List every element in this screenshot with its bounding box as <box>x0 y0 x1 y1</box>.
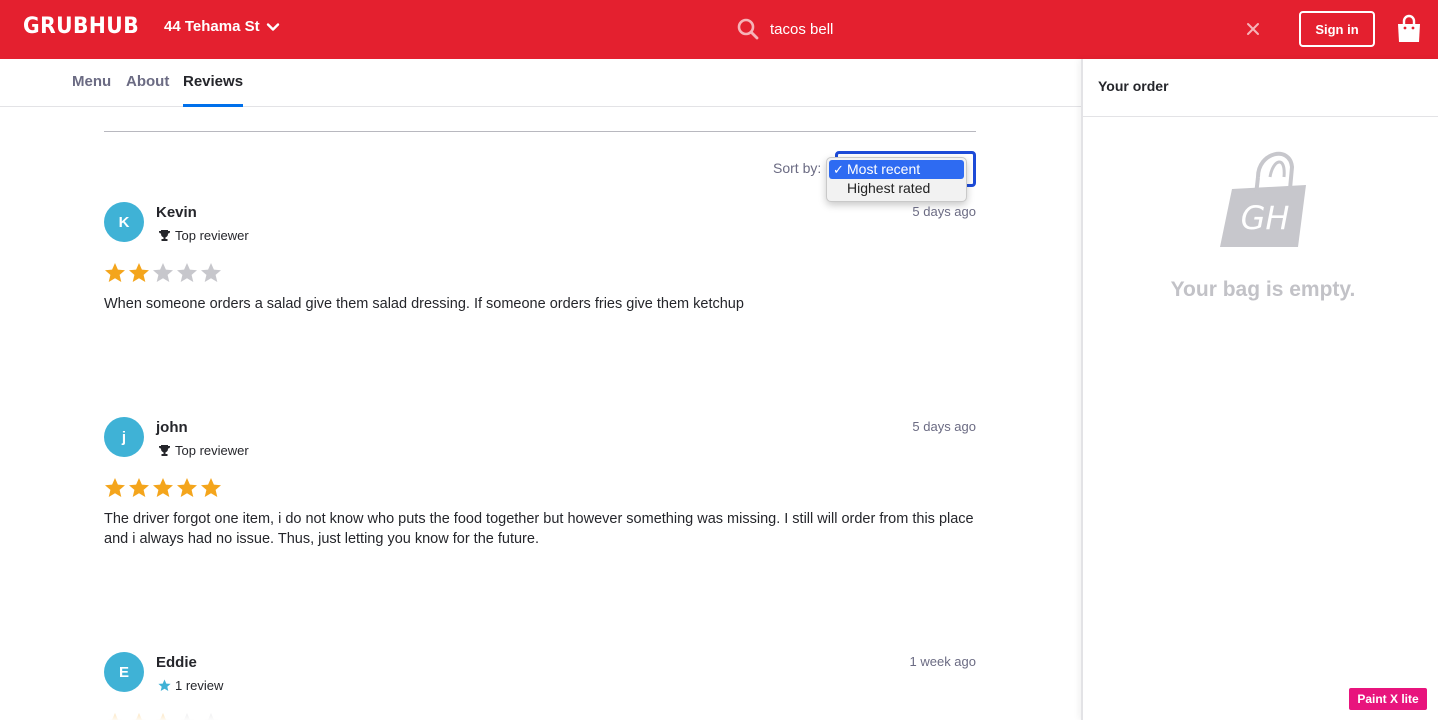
review-item: j john Top reviewer 5 days ago The drive… <box>104 417 976 557</box>
option-label: Most recent <box>847 161 921 177</box>
review-text: When someone orders a salad give them sa… <box>104 296 744 312</box>
star-filled-icon <box>201 478 221 497</box>
clear-search-icon[interactable] <box>1244 20 1262 38</box>
star-empty-icon <box>201 263 221 282</box>
star-filled-icon <box>105 478 125 497</box>
star-empty-icon <box>153 263 173 282</box>
tab-reviews[interactable]: Reviews <box>183 73 244 107</box>
sign-in-button[interactable]: Sign in <box>1299 11 1375 47</box>
empty-bag-message: Your bag is empty. <box>1170 278 1356 301</box>
search-input[interactable] <box>770 16 1230 42</box>
star-empty-icon <box>177 263 197 282</box>
sort-option-most-recent[interactable]: ✓ Most recent <box>829 160 964 179</box>
bag-logo-text: GH <box>1241 199 1290 237</box>
sort-label: Sort by: <box>773 160 822 176</box>
search-icon <box>737 18 759 40</box>
paint-x-lite-badge[interactable]: Paint X lite <box>1348 687 1428 711</box>
avatar: j <box>104 417 144 457</box>
restaurant-tabs: Menu About Reviews <box>0 59 1081 107</box>
tab-menu[interactable]: Menu <box>72 73 111 90</box>
sort-dropdown-menu: ✓ Most recent Highest rated <box>826 157 967 202</box>
section-divider <box>104 131 976 132</box>
trophy-icon <box>159 230 170 241</box>
address-selector[interactable]: 44 Tehama St <box>164 18 280 35</box>
reviewer-badge: Top reviewer <box>158 228 249 243</box>
star-filled-icon <box>153 478 173 497</box>
shopping-bag-icon[interactable] <box>1396 14 1422 44</box>
star-filled-icon <box>105 263 125 282</box>
chevron-down-icon <box>266 22 279 31</box>
review-date: 5 days ago <box>912 204 976 219</box>
order-sidebar: Your order GH Your bag is empty. <box>1081 59 1438 720</box>
reviewer-name: john <box>156 419 188 436</box>
badge-label: Top reviewer <box>175 443 249 458</box>
tab-about[interactable]: About <box>126 73 169 90</box>
trophy-icon <box>159 445 170 456</box>
star-filled-icon <box>177 478 197 497</box>
sort-option-highest-rated[interactable]: Highest rated <box>827 179 966 198</box>
review-date: 1 week ago <box>909 654 977 669</box>
option-label: Highest rated <box>847 180 931 196</box>
top-header: GRUBHUB 44 Tehama St Sign in <box>0 0 1438 59</box>
reviewer-name: Eddie <box>156 654 197 671</box>
review-date: 5 days ago <box>912 419 976 434</box>
star-filled-icon <box>129 263 149 282</box>
address-label: 44 Tehama St <box>164 18 260 35</box>
badge-label: Top reviewer <box>175 228 249 243</box>
order-title: Your order <box>1098 78 1169 94</box>
checkmark-icon: ✓ <box>833 162 844 177</box>
sidebar-divider <box>1083 116 1438 117</box>
review-text: The driver forgot one item, i do not kno… <box>104 511 974 547</box>
review-item: K Kevin Top reviewer 5 days ago When som… <box>104 202 976 332</box>
reviewer-name: Kevin <box>156 204 197 221</box>
star-rating <box>104 262 222 284</box>
avatar: K <box>104 202 144 242</box>
reviewer-badge: Top reviewer <box>158 443 249 458</box>
star-filled-icon <box>129 478 149 497</box>
grubhub-logo[interactable]: GRUBHUB <box>23 14 139 39</box>
star-rating <box>104 477 222 499</box>
empty-bag-icon: GH <box>1220 151 1306 247</box>
scroll-fade <box>0 690 1081 720</box>
avatar: E <box>104 652 144 692</box>
